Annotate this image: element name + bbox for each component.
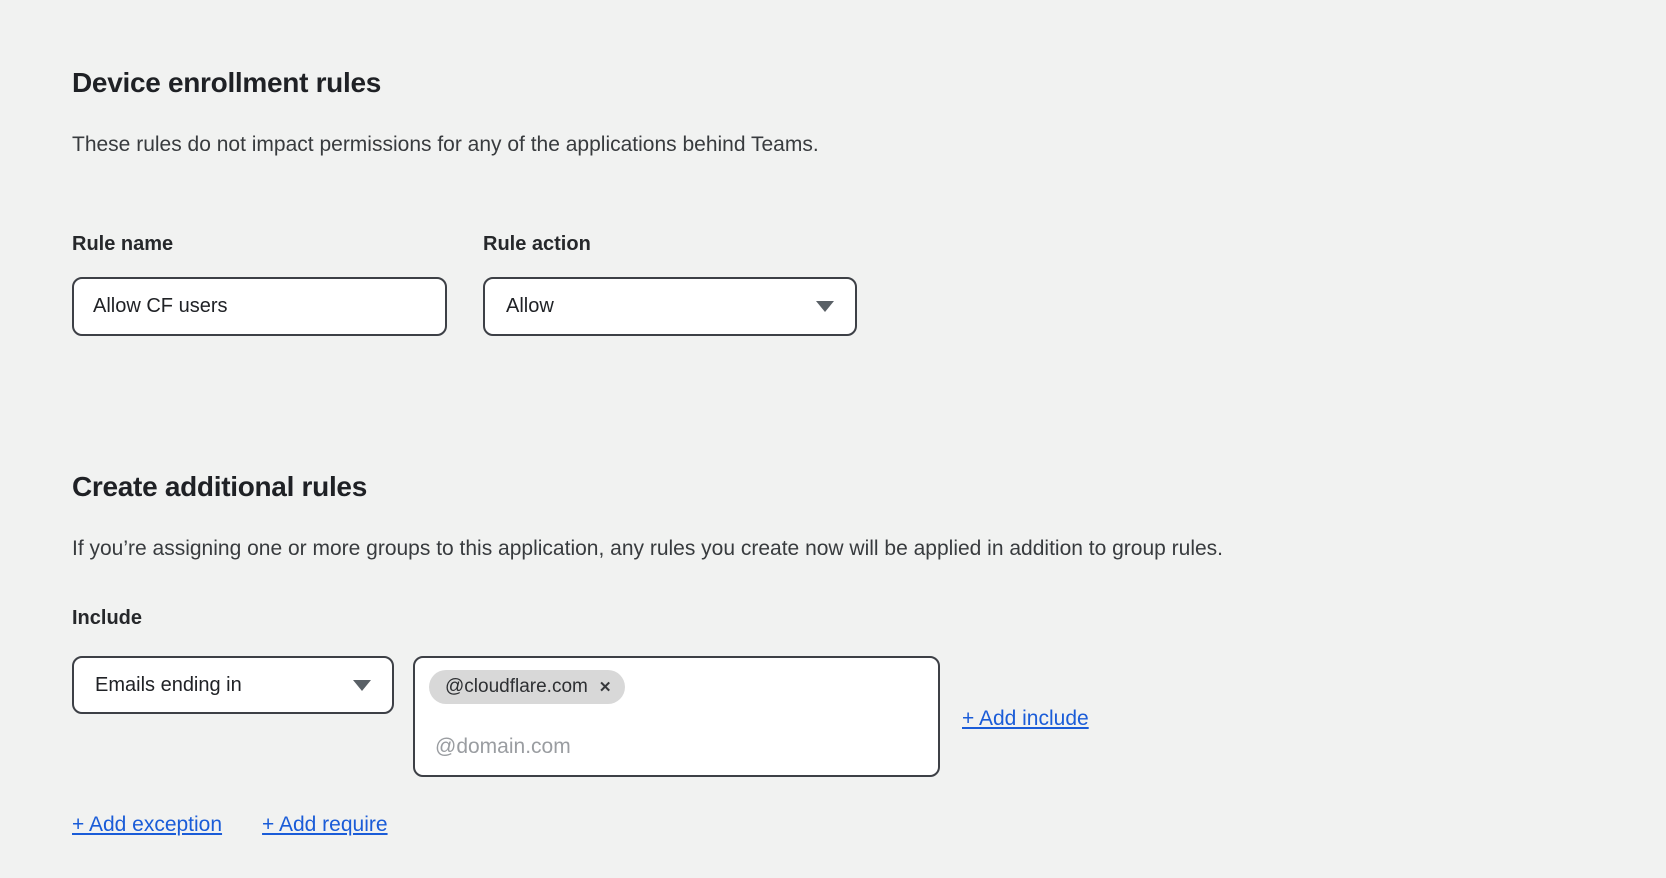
rule-fields-row: Rule name Rule action Allow [72,232,1594,336]
device-enrollment-rules-description: These rules do not impact permissions fo… [72,132,1594,158]
create-additional-rules-title: Create additional rules [72,470,1594,504]
rule-action-field: Rule action Allow [483,232,857,336]
add-require-link[interactable]: + Add require [262,812,388,838]
device-enrollment-form: Device enrollment rules These rules do n… [0,0,1666,838]
rule-action-selected-value: Allow [506,295,554,318]
include-values-tag-box[interactable]: @cloudflare.com ✕ [413,656,940,777]
include-rule-row: Emails ending in @cloudflare.com ✕ + Add… [72,656,1594,777]
email-domain-tag: @cloudflare.com ✕ [429,670,625,704]
add-exception-link[interactable]: + Add exception [72,812,222,838]
rule-action-select[interactable]: Allow [483,277,857,336]
rule-name-input[interactable] [72,277,447,336]
create-additional-rules-description: If you’re assigning one or more groups t… [72,536,1594,562]
include-label: Include [72,606,1594,631]
chevron-down-icon [353,680,371,691]
rule-name-field: Rule name [72,232,447,336]
rule-name-label: Rule name [72,232,447,257]
include-selector-select[interactable]: Emails ending in [72,656,394,714]
include-value-input[interactable] [429,734,916,760]
add-include-link[interactable]: + Add include [962,706,1089,732]
rule-actions-links-row: + Add exception + Add require [72,812,1594,838]
remove-tag-icon[interactable]: ✕ [599,680,612,695]
include-selector-selected-value: Emails ending in [95,674,242,697]
email-domain-tag-label: @cloudflare.com [445,676,588,698]
device-enrollment-rules-title: Device enrollment rules [72,66,1594,100]
rule-action-label: Rule action [483,232,857,257]
chevron-down-icon [816,301,834,312]
page: { "device_rules": { "title": "Device enr… [0,0,1666,878]
